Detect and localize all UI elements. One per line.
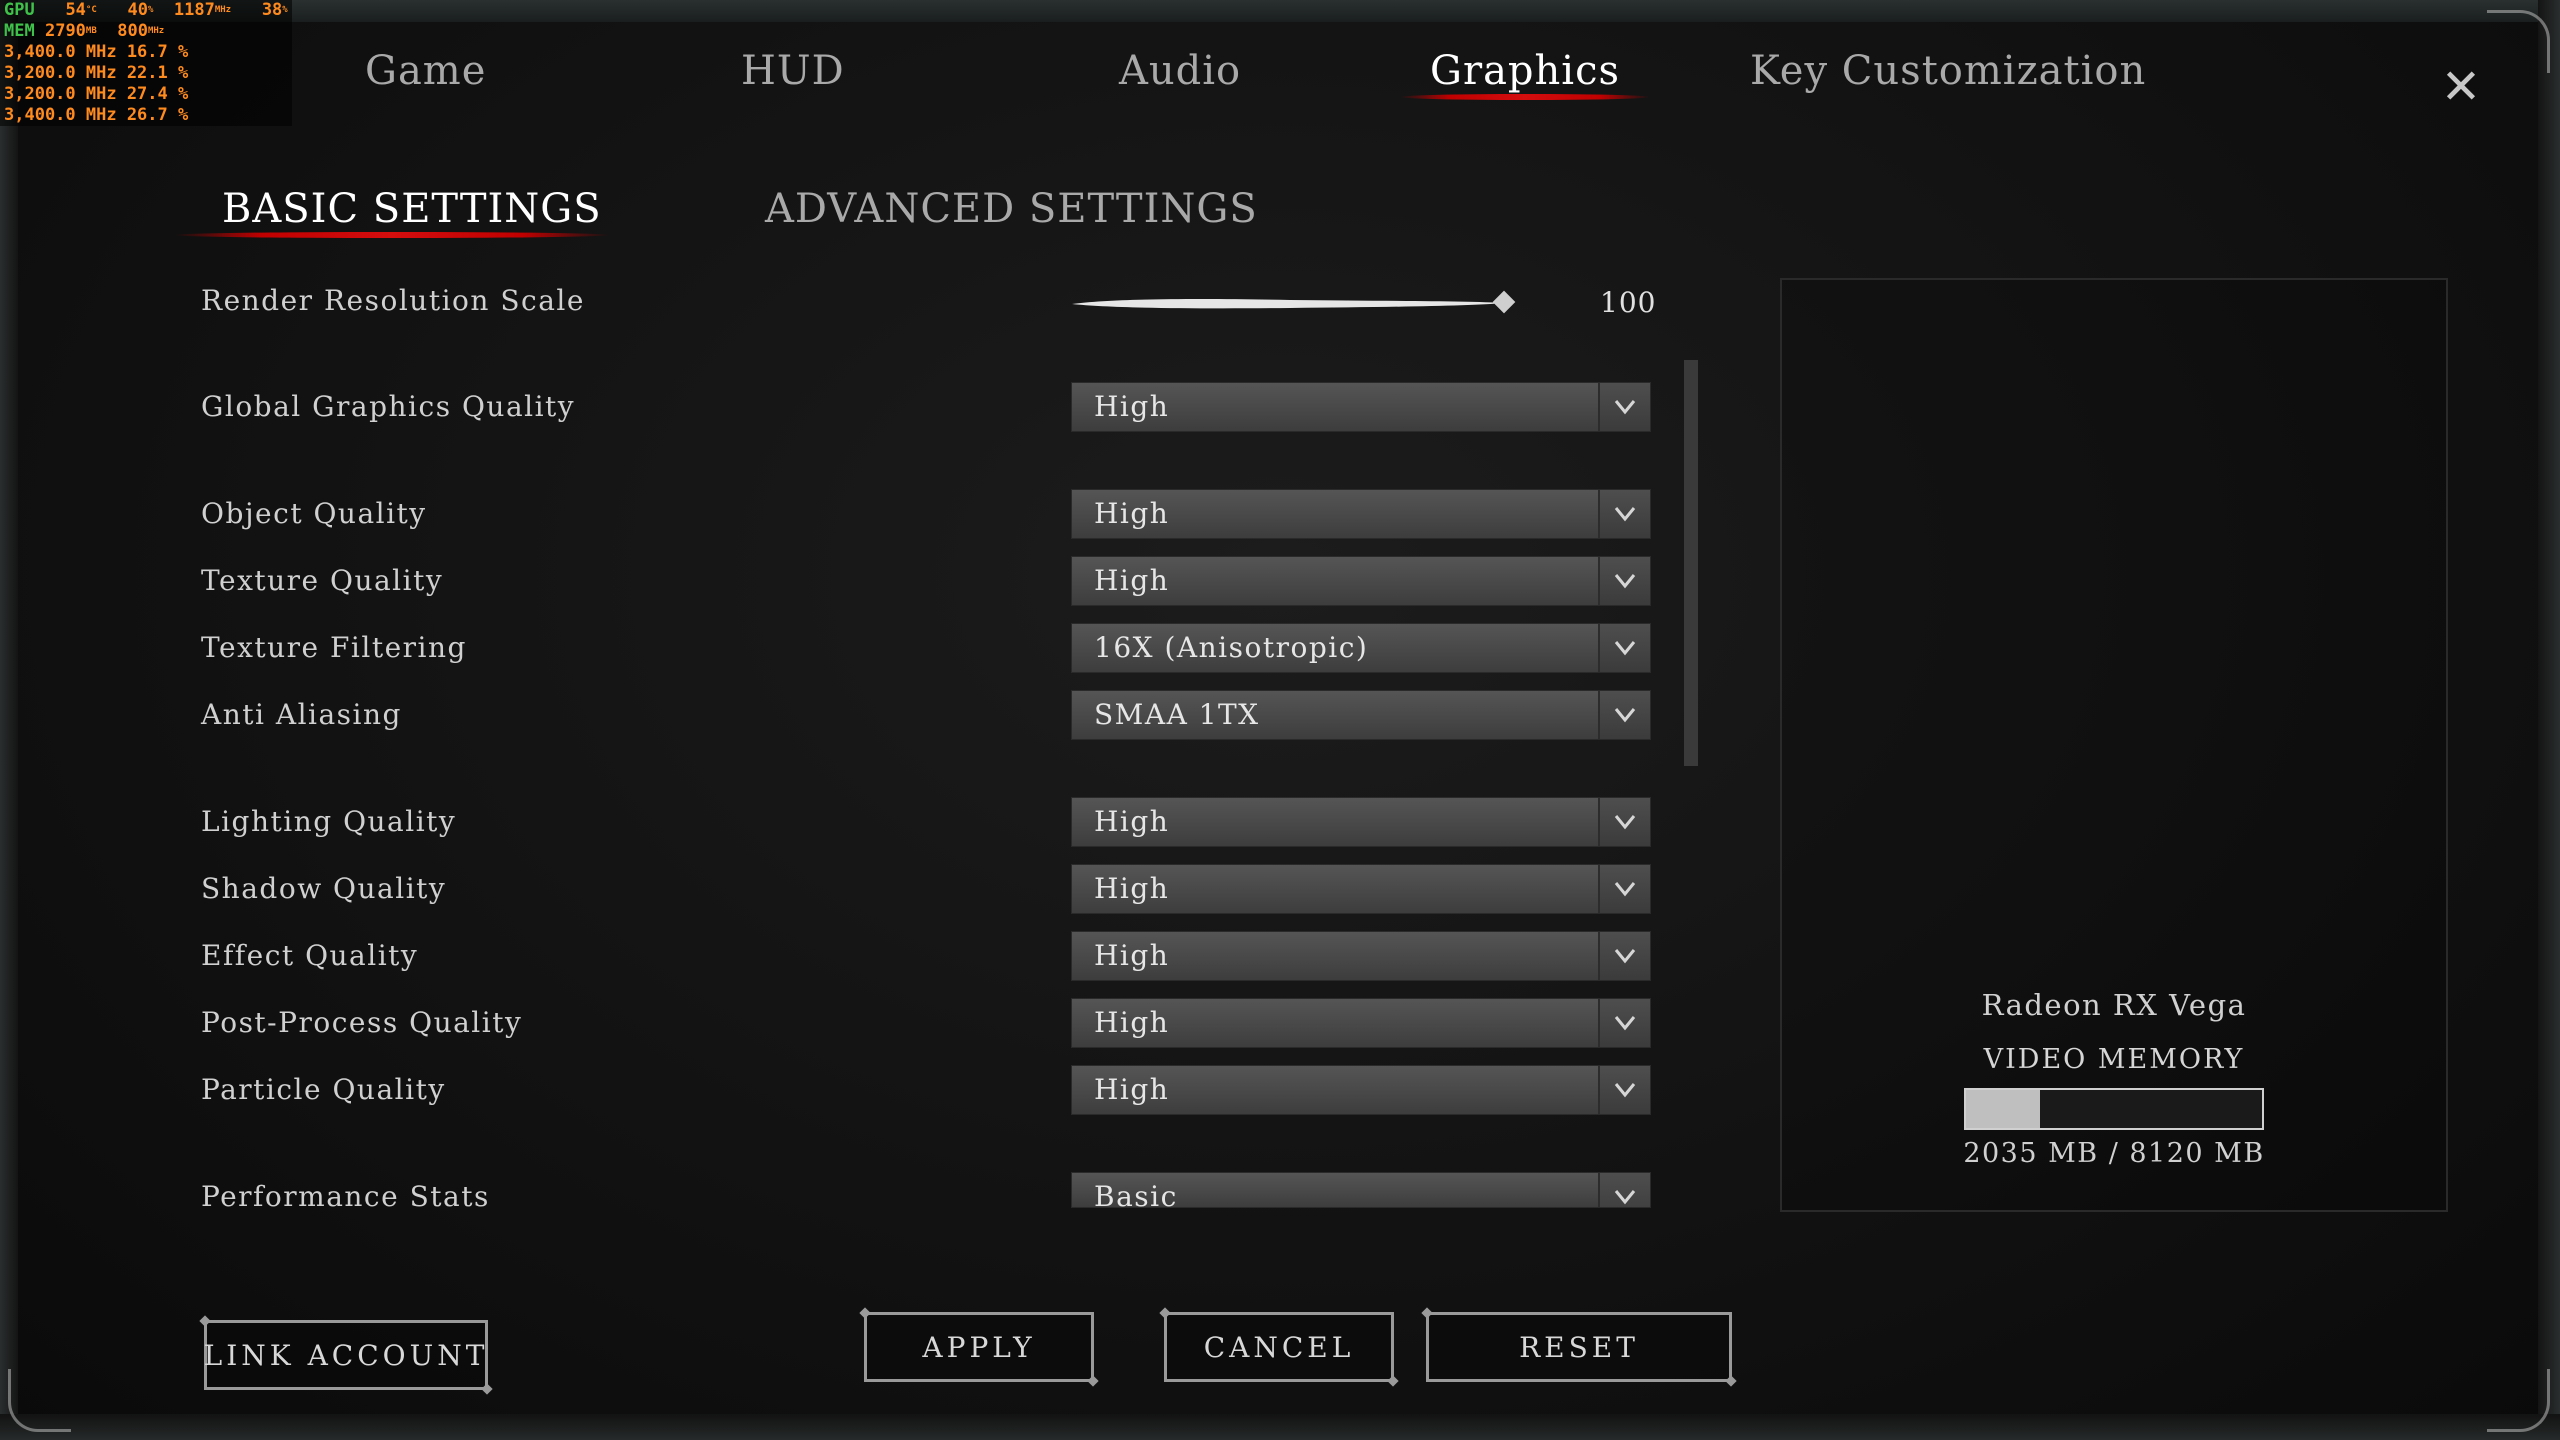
texture-filtering-label: Texture Filtering	[201, 631, 467, 664]
overlay-gpu-temp: 54	[65, 0, 86, 20]
particle-quality-label: Particle Quality	[201, 1073, 446, 1106]
global-graphics-quality-dropdown[interactable]: High	[1071, 382, 1651, 432]
texture-quality-label: Texture Quality	[201, 564, 444, 597]
object-quality-label: Object Quality	[201, 497, 427, 530]
overlay-gpu-label: GPU	[4, 0, 35, 20]
post-process-quality-label: Post-Process Quality	[201, 1006, 523, 1039]
ornament-corner-top-right	[2487, 10, 2550, 73]
overlay-mem-used: 2790	[44, 21, 86, 41]
settings-scrollbar[interactable]	[1684, 360, 1698, 766]
overlay-gpu-clock-unit: MHz	[214, 5, 232, 15]
gpu-name: Radeon RX Vega	[1981, 988, 2247, 1022]
performance-overlay: GPU 54°C 40% 1187MHz 38% MEM 2790MB 800M…	[0, 0, 292, 126]
render-resolution-scale-slider[interactable]	[1070, 297, 1506, 311]
video-memory-label: VIDEO MEMORY	[1983, 1044, 2245, 1075]
chevron-down-icon	[1598, 624, 1650, 672]
apply-button[interactable]: APPLY	[864, 1312, 1094, 1382]
dropdown-value: SMAA 1TX	[1094, 698, 1260, 731]
chevron-down-icon	[1598, 798, 1650, 846]
overlay-mem-clock-unit: MHz	[147, 26, 165, 36]
lighting-quality-label: Lighting Quality	[201, 805, 457, 838]
top-frame	[0, 0, 2560, 22]
tab-audio[interactable]: Audio	[1119, 48, 1241, 108]
reset-button[interactable]: RESET	[1426, 1312, 1732, 1382]
video-memory-bar-fill	[1966, 1090, 2040, 1128]
chevron-down-icon	[1598, 490, 1650, 538]
post-process-quality-dropdown[interactable]: High	[1071, 998, 1651, 1048]
dropdown-value: High	[1094, 564, 1170, 597]
overlay-gpu-clock: 1187	[173, 0, 215, 20]
overlay-cpu-line: 3,200.0 MHz 27.4 %	[4, 84, 189, 104]
overlay-mem-clock: 800	[117, 21, 148, 41]
lighting-quality-dropdown[interactable]: High	[1071, 797, 1651, 847]
video-memory-usage: 2035 MB / 8120 MB	[1963, 1138, 2265, 1169]
effect-quality-label: Effect Quality	[201, 939, 419, 972]
left-frame	[0, 0, 18, 1440]
dropdown-value: High	[1094, 872, 1170, 905]
dropdown-value: Basic	[1094, 1180, 1178, 1208]
effect-quality-dropdown[interactable]: High	[1071, 931, 1651, 981]
particle-quality-dropdown[interactable]: High	[1071, 1065, 1651, 1115]
dropdown-value: High	[1094, 1073, 1170, 1106]
global-graphics-quality-label: Global Graphics Quality	[201, 390, 576, 423]
dropdown-value: High	[1094, 1006, 1170, 1039]
render-resolution-scale-value: 100	[1600, 286, 1657, 319]
bottom-frame	[0, 1414, 2560, 1440]
overlay-mem-label: MEM	[4, 21, 35, 41]
ornament-corner-bottom-right	[2487, 1369, 2550, 1432]
tab-hud[interactable]: HUD	[741, 48, 845, 108]
overlay-cpu-line: 3,400.0 MHz 16.7 %	[4, 42, 189, 62]
object-quality-dropdown[interactable]: High	[1071, 489, 1651, 539]
chevron-down-icon	[1598, 691, 1650, 739]
chevron-down-icon	[1598, 383, 1650, 431]
active-subtab-underline	[174, 232, 610, 238]
texture-filtering-dropdown[interactable]: 16X (Anisotropic)	[1071, 623, 1651, 673]
subtab-basic-settings[interactable]: BASIC SETTINGS	[222, 186, 602, 232]
dropdown-value: 16X (Anisotropic)	[1094, 631, 1369, 664]
close-icon: ✕	[2440, 59, 2482, 115]
dropdown-value: High	[1094, 939, 1170, 972]
chevron-down-icon	[1598, 557, 1650, 605]
dropdown-value: High	[1094, 497, 1170, 530]
chevron-down-icon	[1598, 1173, 1650, 1207]
overlay-gpu-load: 40	[127, 0, 148, 20]
right-frame	[2538, 0, 2560, 1440]
chevron-down-icon	[1598, 865, 1650, 913]
performance-stats-label: Performance Stats	[201, 1180, 490, 1213]
graphics-settings-screen: GPU 54°C 40% 1187MHz 38% MEM 2790MB 800M…	[0, 0, 2560, 1440]
chevron-down-icon	[1598, 1066, 1650, 1114]
overlay-gpu-fan-unit: %	[282, 5, 288, 15]
overlay-gpu-temp-unit: °C	[85, 5, 97, 15]
video-memory-bar	[1964, 1088, 2264, 1130]
close-button[interactable]: ✕	[2438, 63, 2484, 111]
overlay-mem-used-unit: MB	[85, 26, 97, 36]
performance-stats-dropdown[interactable]: Basic	[1071, 1172, 1651, 1208]
render-resolution-scale-label: Render Resolution Scale	[201, 284, 585, 317]
cancel-button[interactable]: CANCEL	[1164, 1312, 1394, 1382]
overlay-gpu-load-unit: %	[147, 5, 154, 15]
overlay-cpu-line: 3,200.0 MHz 22.1 %	[4, 63, 189, 83]
overlay-gpu-fan: 38	[261, 0, 283, 20]
shadow-quality-label: Shadow Quality	[201, 872, 447, 905]
link-account-button[interactable]: LINK ACCOUNT	[204, 1320, 488, 1390]
anti-aliasing-label: Anti Aliasing	[201, 698, 402, 731]
overlay-cpu-line: 3,400.0 MHz 26.7 %	[4, 105, 189, 125]
chevron-down-icon	[1598, 999, 1650, 1047]
dropdown-value: High	[1094, 805, 1170, 838]
tab-key-customization[interactable]: Key Customization	[1750, 48, 2146, 108]
active-tab-underline	[1400, 94, 1650, 100]
shadow-quality-dropdown[interactable]: High	[1071, 864, 1651, 914]
texture-quality-dropdown[interactable]: High	[1071, 556, 1651, 606]
subtab-advanced-settings[interactable]: ADVANCED SETTINGS	[765, 186, 1258, 232]
chevron-down-icon	[1598, 932, 1650, 980]
dropdown-value: High	[1094, 390, 1170, 423]
anti-aliasing-dropdown[interactable]: SMAA 1TX	[1071, 690, 1651, 740]
tab-game[interactable]: Game	[365, 48, 486, 108]
ornament-corner-bottom-left	[8, 1369, 71, 1432]
